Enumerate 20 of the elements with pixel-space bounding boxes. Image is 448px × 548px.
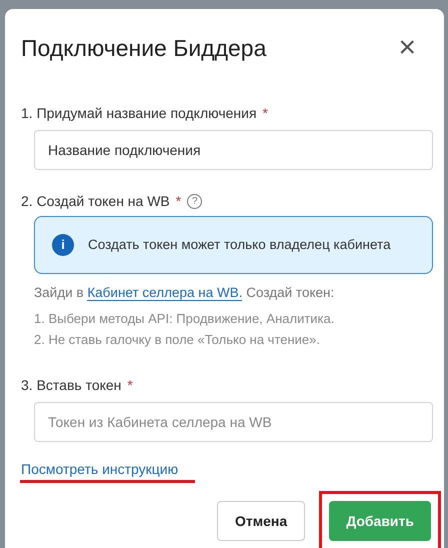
field-label: 2. Создай токен на WB [21, 192, 170, 210]
help-icon[interactable]: ? [187, 194, 202, 209]
instruction-link[interactable]: Посмотреть инструкцию [21, 460, 178, 478]
instruction-step: 2. Не ставь галочку в поле «Только на чтение». [34, 332, 444, 348]
instruction-step: 1. Выбери методы API: Продвижение, Аналитика. [34, 310, 444, 328]
field-label: 3. Вставь токен [21, 377, 122, 395]
info-text: Создать токен может только владелец кабинета [88, 236, 391, 254]
close-button[interactable]: × [398, 33, 416, 63]
seller-cabinet-link[interactable]: Кабинет селлера на WB. [87, 285, 242, 301]
dialog-title: Подключение Биддера [21, 36, 266, 60]
required-asterisk: * [127, 377, 133, 395]
field-label: 1. Придумай название подключения [21, 105, 257, 122]
instruction-text: Зайди в Кабинет селлера на WB. Создай токен: [34, 285, 336, 302]
token-field[interactable]: Токен из Кабинета селлера на WB [34, 402, 433, 442]
info-icon: i [52, 234, 74, 256]
required-asterisk: * [176, 192, 182, 210]
input-field[interactable]: Название подключения [34, 130, 433, 170]
cancel-button[interactable]: Отмена [217, 501, 306, 542]
required-asterisk: * [262, 105, 268, 122]
add-button[interactable]: Добавить [329, 501, 431, 542]
